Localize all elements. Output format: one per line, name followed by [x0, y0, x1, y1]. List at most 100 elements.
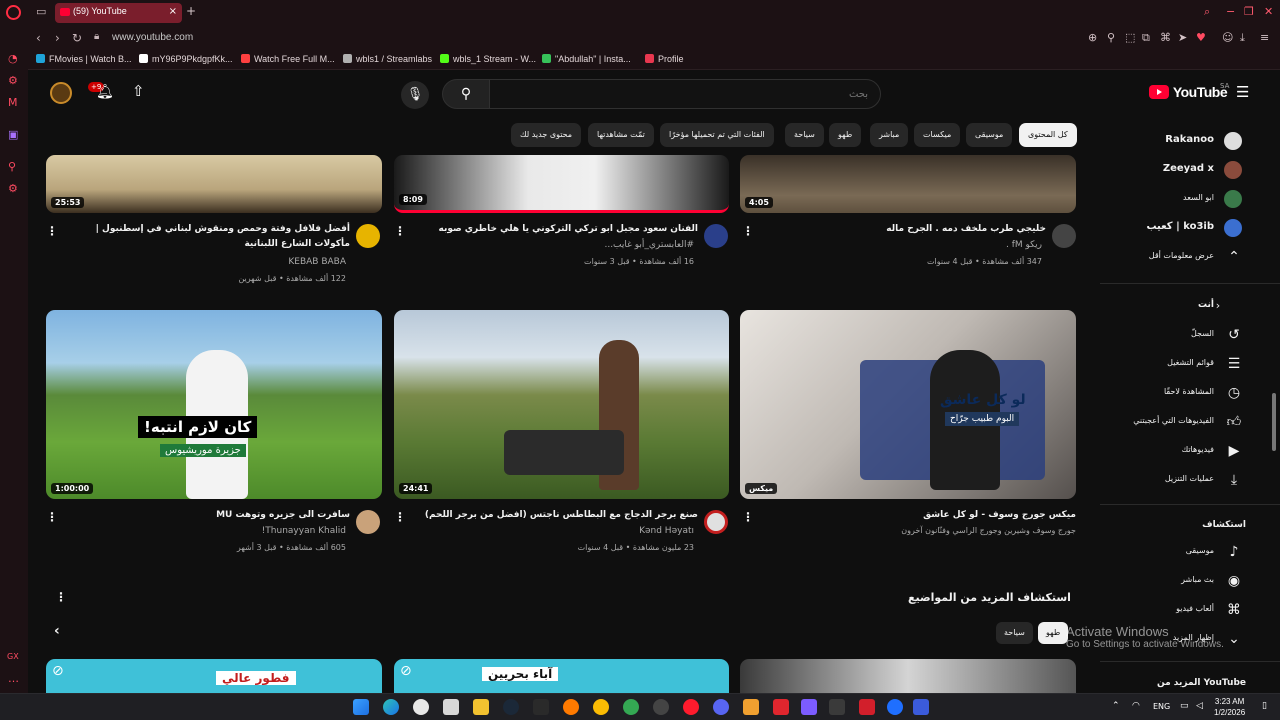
bookmark-item[interactable]: FMovies | Watch B...: [36, 54, 132, 64]
subscription-rakanoo[interactable]: Rakanoo: [1100, 128, 1250, 154]
chevron-left-icon[interactable]: ‹: [54, 623, 60, 639]
account-avatar[interactable]: [50, 82, 72, 104]
guide-item-live[interactable]: بث مباشر ◉: [1100, 568, 1250, 594]
guide-item-downloads[interactable]: عمليات التنزيل ⤓: [1100, 467, 1250, 493]
video-title[interactable]: ميكس جورج وسوف - لو كل عاشق: [768, 508, 1076, 523]
tab-workspaces-icon[interactable]: ▭: [36, 5, 46, 18]
channel-name[interactable]: Thunayyan Khalid!: [72, 526, 346, 536]
channel-name[interactable]: #العابستري_أبو غايب...: [420, 240, 694, 250]
profile-icon[interactable]: ☺: [1222, 31, 1233, 44]
app-icon[interactable]: [801, 699, 817, 715]
channel-avatar[interactable]: [704, 224, 728, 248]
menu-icon[interactable]: ≡: [1260, 31, 1269, 44]
chrome-icon[interactable]: [593, 699, 609, 715]
snapshot-icon[interactable]: ⬚: [1125, 31, 1135, 44]
heart-icon[interactable]: ♥: [1196, 31, 1206, 44]
gx-corner-label[interactable]: GX: [7, 652, 19, 661]
bookmark-item[interactable]: Profile: [645, 54, 684, 64]
app-icon[interactable]: [887, 699, 903, 715]
more-actions-icon[interactable]: ⋮: [394, 224, 406, 238]
voice-search-mic-icon[interactable]: 🎙︎: [401, 81, 429, 109]
network-icon[interactable]: ▭: [1180, 701, 1189, 711]
guide-item-gaming[interactable]: ألعاب فيديو ⌘: [1100, 597, 1250, 623]
notification-center-icon[interactable]: ▯: [1262, 701, 1267, 711]
chip-watched[interactable]: تمّت مشاهدتها: [588, 123, 654, 147]
chip-mixes[interactable]: ميكسات: [914, 123, 961, 147]
video-title[interactable]: خليجي طرب ملخف دمه . الجرح ماله: [768, 222, 1046, 237]
tab-close-icon[interactable]: ×: [169, 6, 177, 17]
cleaner-icon[interactable]: ⚙: [8, 74, 18, 87]
back-icon[interactable]: ‹: [36, 31, 41, 45]
more-actions-icon[interactable]: ⋮: [742, 224, 754, 238]
explore-chip-travel[interactable]: سياحة: [996, 622, 1033, 644]
more-actions-icon[interactable]: ⋮: [394, 510, 406, 524]
settings-icon[interactable]: ⚙: [8, 182, 18, 195]
topic-card[interactable]: ⊘ فطور عالي: [46, 659, 382, 693]
guide-item-playlists[interactable]: قوائم التشغيل ☰: [1100, 351, 1250, 377]
search-tabs-icon[interactable]: ⌕: [1204, 5, 1210, 19]
forward-icon[interactable]: ›: [55, 31, 60, 45]
zoom-icon[interactable]: ⊕: [1088, 31, 1097, 44]
pin-sidebar-icon[interactable]: ⚲: [8, 160, 16, 173]
chrome-profile-icon[interactable]: [623, 699, 639, 715]
channel-avatar[interactable]: [1052, 224, 1076, 248]
opera-gx-icon[interactable]: [683, 699, 699, 715]
chip-live[interactable]: مباشر: [870, 123, 909, 147]
url-field[interactable]: www.youtube.com: [112, 32, 193, 43]
guide-item-watch-later[interactable]: المشاهدة لاحقًا ◷: [1100, 380, 1250, 406]
lock-icon[interactable]: 🔒︎: [94, 31, 99, 42]
app-icon[interactable]: [859, 699, 875, 715]
bookmark-item[interactable]: mY96P9PkdgpfKk...: [139, 54, 233, 64]
app-icon[interactable]: [913, 699, 929, 715]
obs-icon[interactable]: [413, 699, 429, 715]
translate-icon[interactable]: ⌘: [1160, 31, 1171, 44]
app-icon[interactable]: [563, 699, 579, 715]
video-thumbnail[interactable]: كان لازم انتبه! جزيرة موريشيوس 1:00:00: [46, 310, 382, 499]
video-thumbnail[interactable]: 4:05: [740, 155, 1076, 213]
more-actions-icon[interactable]: ⋮: [46, 510, 58, 524]
steam-icon[interactable]: [503, 699, 519, 715]
bookmark-item[interactable]: Watch Free Full M...: [241, 54, 335, 64]
channel-avatar[interactable]: [704, 510, 728, 534]
discord-icon[interactable]: [713, 699, 729, 715]
notifications-bell-icon[interactable]: 🔔︎: [96, 84, 114, 100]
video-thumbnail[interactable]: 25:53: [46, 155, 382, 213]
guide-item-history[interactable]: السجلّ ↺: [1100, 322, 1250, 348]
video-title[interactable]: صنع برجر الدجاج مع البطاطس ناجتس (افضل م…: [420, 508, 698, 523]
download-icon[interactable]: ⤓: [1240, 31, 1245, 45]
new-tab-button[interactable]: +: [186, 4, 196, 18]
channel-avatar[interactable]: [356, 510, 380, 534]
subscription-abu-alsaad[interactable]: ابو السعد: [1100, 186, 1250, 212]
close-window-icon[interactable]: ✕: [1264, 5, 1273, 18]
channel-name[interactable]: KEBAB BABA: [72, 257, 346, 267]
app-icon[interactable]: [773, 699, 789, 715]
epic-games-icon[interactable]: [533, 699, 549, 715]
bookmark-item[interactable]: wbls1 / Streamlabs: [343, 54, 432, 64]
maximize-icon[interactable]: ❐: [1244, 5, 1254, 18]
video-thumbnail[interactable]: لو كل عاشق البوم طبيب جرّاح ميكس: [740, 310, 1076, 499]
chip-cooking[interactable]: طهو: [829, 123, 862, 147]
speed-dial-icon[interactable]: ◔: [8, 52, 18, 65]
opera-logo-icon[interactable]: [6, 5, 21, 20]
channel-avatar[interactable]: [356, 224, 380, 248]
more-actions-icon[interactable]: ⋮: [742, 510, 754, 524]
guide-item-music[interactable]: موسيقى ♪: [1100, 539, 1250, 565]
store-icon[interactable]: [443, 699, 459, 715]
search-button[interactable]: ⚲: [442, 79, 490, 109]
guide-item-liked-videos[interactable]: الفيديوهات التي أعجبتني 👍︎: [1100, 409, 1250, 435]
bookmark-item[interactable]: wbls_1 Stream - W...: [440, 54, 536, 64]
language-indicator[interactable]: ENG: [1153, 702, 1170, 711]
subscription-ko3ib[interactable]: ko3ib | كعيب: [1100, 215, 1250, 241]
send-icon[interactable]: ➤: [1178, 31, 1187, 44]
mail-icon[interactable]: M: [8, 96, 18, 109]
reload-icon[interactable]: ↻: [72, 31, 82, 45]
chip-all[interactable]: كل المحتوى: [1019, 123, 1077, 147]
more-icon[interactable]: …: [8, 672, 19, 685]
minimize-icon[interactable]: −: [1226, 5, 1235, 18]
chip-music[interactable]: موسيقى: [966, 123, 1013, 147]
video-thumbnail[interactable]: 8:09: [394, 155, 729, 213]
clock[interactable]: 3:23 AM 1/2/2026: [1214, 696, 1245, 718]
extensions-icon[interactable]: ⧉: [1142, 31, 1150, 45]
channel-name[interactable]: جورج وسوف وشيرين وجورج الراسي وفنّانون آ…: [768, 526, 1076, 535]
search-input[interactable]: [489, 79, 881, 109]
